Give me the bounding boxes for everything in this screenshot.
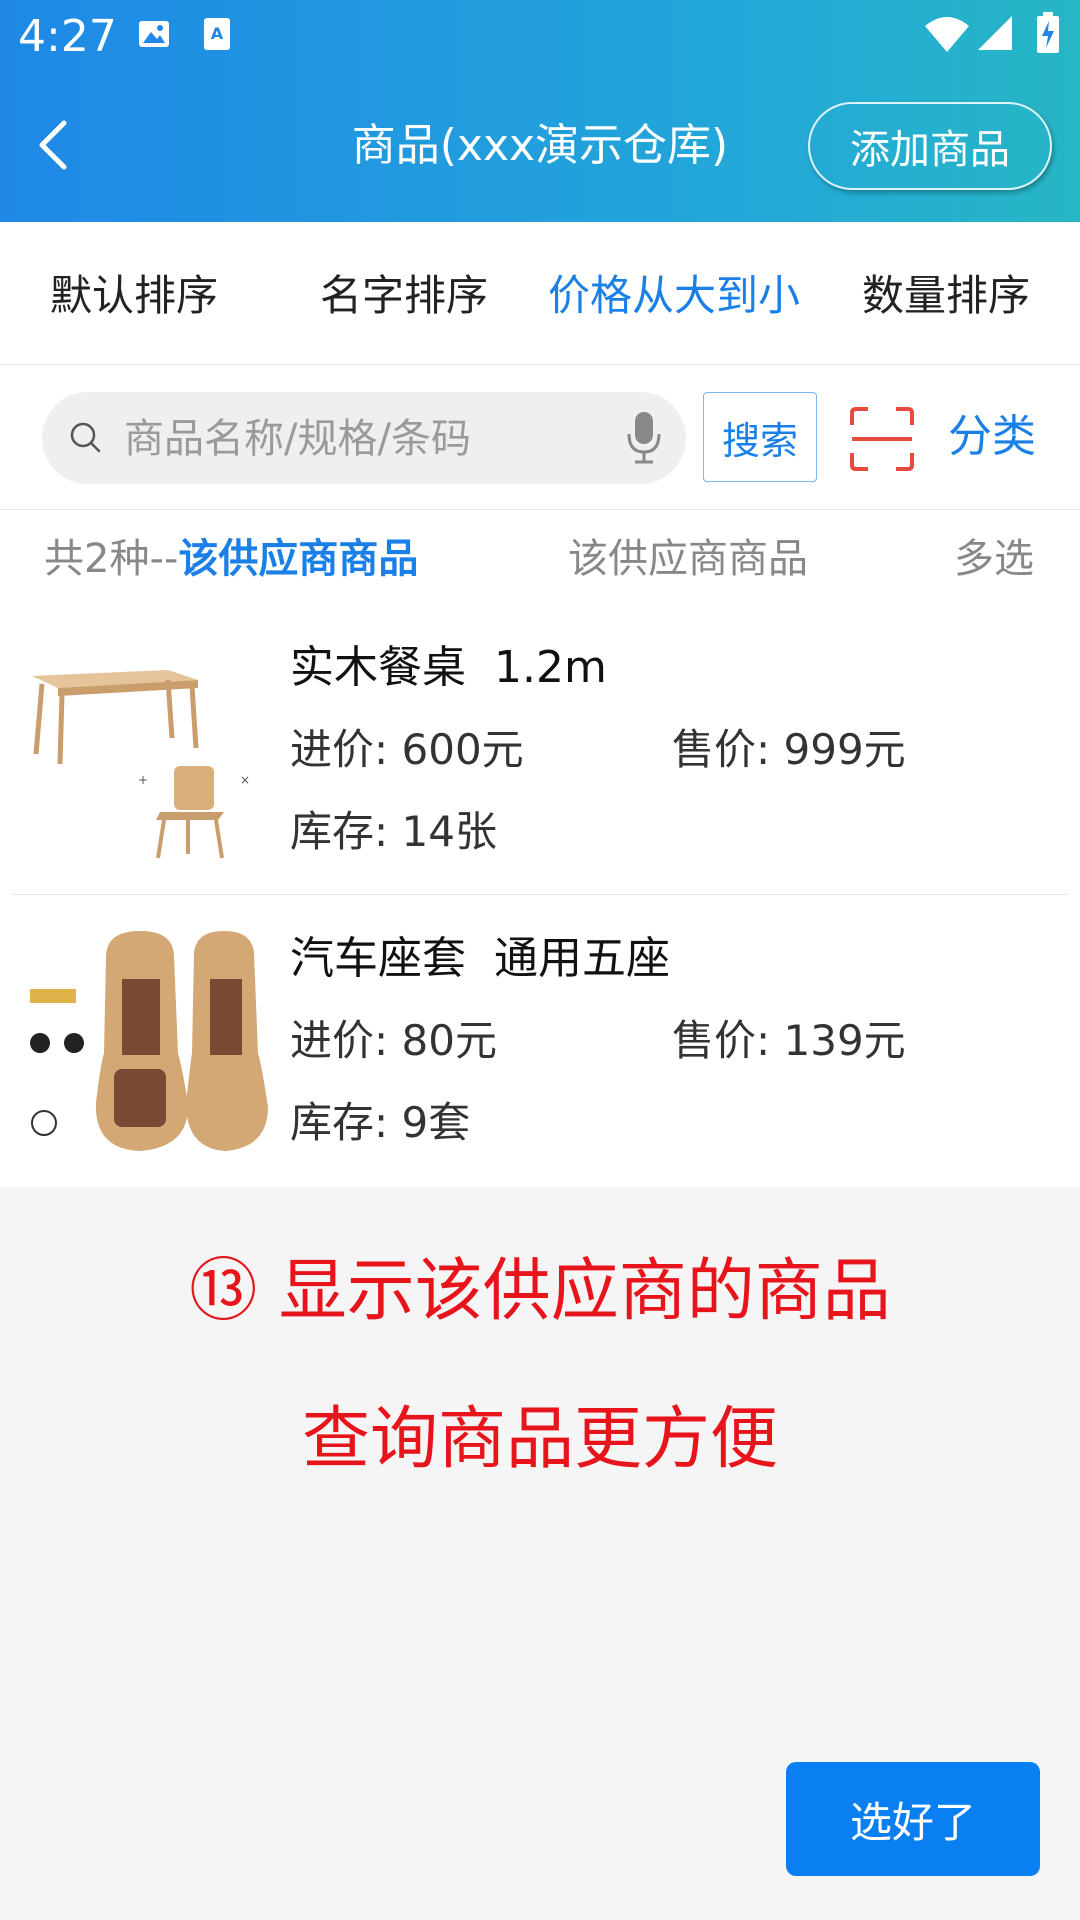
promo-line-2: 查询商品更方便 bbox=[301, 1400, 778, 1479]
status-time: 4:27 bbox=[18, 11, 117, 62]
category-button[interactable]: 分类 bbox=[948, 409, 1036, 465]
list-item[interactable]: + × 实木餐桌 1.2m 进价: 600元 售价: 999元 库存: 14张 bbox=[12, 604, 1068, 895]
wifi-icon bbox=[925, 17, 969, 52]
tab-name-sort[interactable]: 名字排序 bbox=[320, 270, 488, 322]
promo-line-1: ⑬ 显示该供应商的商品 bbox=[189, 1252, 891, 1331]
sale-price: 售价: 139元 bbox=[672, 1016, 906, 1065]
car-seat-cover-image bbox=[28, 927, 272, 1157]
search-input[interactable] bbox=[122, 408, 606, 470]
svg-text:×: × bbox=[240, 773, 250, 787]
battery-charging-icon bbox=[1037, 12, 1059, 53]
tab-price-desc-sort[interactable]: 价格从大到小 bbox=[548, 270, 800, 322]
cost-price: 进价: 80元 bbox=[290, 1016, 497, 1065]
filter-info-bar: 共2种--该供应商商品 该供应商商品 多选 bbox=[0, 510, 1080, 605]
svg-text:A: A bbox=[211, 24, 224, 43]
cost-price: 进价: 600元 bbox=[290, 725, 524, 774]
add-product-button[interactable]: 添加商品 bbox=[808, 102, 1052, 190]
product-count: 共2种--该供应商商品 bbox=[44, 534, 418, 584]
microphone-icon[interactable] bbox=[624, 410, 664, 466]
supplier-products-toggle[interactable]: 该供应商商品 bbox=[568, 534, 808, 584]
app-header: 4:27 A 商品(xxx演示仓库) 添加商品 bbox=[0, 0, 1080, 222]
app-notification-icon: A bbox=[204, 18, 230, 50]
sort-tabs: 默认排序 名字排序 价格从大到小 数量排序 bbox=[0, 222, 1080, 365]
dining-table-image: + × bbox=[28, 636, 272, 866]
barcode-scan-icon[interactable] bbox=[850, 407, 914, 471]
confirm-selection-button[interactable]: 选好了 bbox=[786, 1762, 1040, 1876]
search-box bbox=[42, 392, 686, 484]
search-icon bbox=[70, 422, 101, 453]
multi-select-button[interactable]: 多选 bbox=[954, 534, 1034, 584]
count-prefix: 共2种-- bbox=[44, 536, 179, 582]
product-name: 实木餐桌 1.2m bbox=[290, 642, 607, 693]
supplier-filter-label: 该供应商商品 bbox=[178, 536, 419, 582]
tab-default-sort[interactable]: 默认排序 bbox=[50, 270, 218, 322]
svg-text:+: + bbox=[138, 773, 148, 787]
tab-quantity-sort[interactable]: 数量排序 bbox=[862, 270, 1030, 322]
product-name: 汽车座套 通用五座 bbox=[290, 933, 670, 984]
gallery-notification-icon bbox=[139, 21, 169, 47]
product-list: + × 实木餐桌 1.2m 进价: 600元 售价: 999元 库存: 14张 … bbox=[0, 604, 1080, 1187]
sale-price: 售价: 999元 bbox=[672, 725, 906, 774]
stock-quantity: 库存: 9套 bbox=[290, 1098, 471, 1147]
list-item[interactable]: 汽车座套 通用五座 进价: 80元 售价: 139元 库存: 9套 bbox=[12, 895, 1068, 1187]
search-row: 搜索 分类 bbox=[0, 365, 1080, 510]
signal-icon bbox=[978, 16, 1012, 50]
search-button[interactable]: 搜索 bbox=[703, 392, 817, 482]
stock-quantity: 库存: 14张 bbox=[290, 807, 497, 856]
